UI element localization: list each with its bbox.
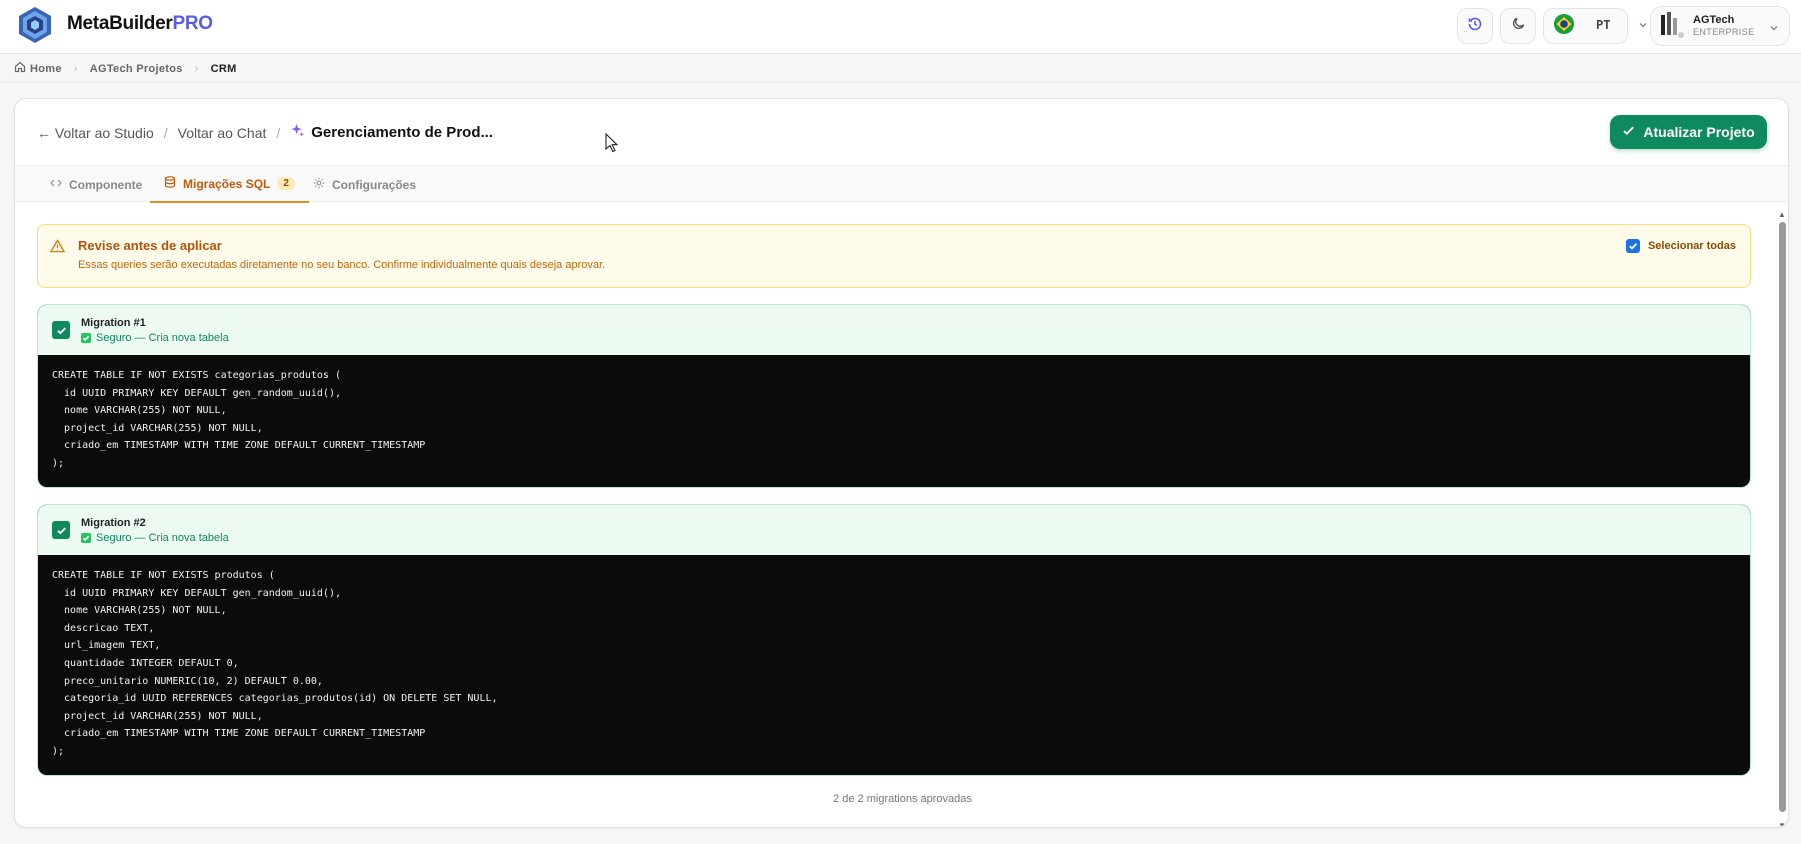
user-name: AGTech [1693,14,1735,26]
chevron-right-icon: › [194,62,199,75]
history-button[interactable] [1457,8,1493,44]
card-nav: ← Voltar ao Studio / Voltar ao Chat / Ge… [37,123,493,142]
breadcrumb-project[interactable]: AGTech Projetos [90,63,183,75]
moon-icon [1511,16,1526,36]
separator: / [276,124,281,141]
sparkles-icon [290,123,305,142]
tab-settings[interactable]: Configurações [299,166,430,203]
checkbox-checked-icon [1625,239,1640,253]
migration-title: Migration #1 [81,317,146,329]
migration-title: Migration #2 [81,517,146,529]
warning-title: Revise antes de aplicar [78,238,222,253]
history-icon [1467,16,1483,37]
chevron-down-icon [1638,17,1648,35]
chevron-right-icon: › [73,62,78,75]
brazil-flag-icon [1554,13,1574,39]
database-icon [164,176,176,191]
scroll-down-arrow[interactable]: ▼ [1778,821,1786,827]
sql-code-block[interactable]: CREATE TABLE IF NOT EXISTS produtos ( id… [38,555,1750,773]
back-to-studio-link[interactable]: ← Voltar ao Studio [37,125,154,141]
avatar [1659,9,1685,44]
migration-header: Migration #2 Seguro — Cria nova tabela [38,505,1750,555]
approved-count: 2 de 2 migrations aprovadas [833,793,972,805]
tab-bar: Componente Migrações SQL 2 Configurações [15,165,1788,203]
breadcrumb: Home › AGTech Projetos › CRM [14,61,237,76]
select-all-checkbox[interactable]: Selecionar todas [1625,239,1736,253]
chevron-down-icon [1769,20,1779,38]
sql-code-block[interactable]: CREATE TABLE IF NOT EXISTS categorias_pr… [38,355,1750,485]
divider [0,82,1801,83]
breadcrumb-current: CRM [210,62,237,75]
scrollbar[interactable]: ▲ ▼ [1777,210,1788,827]
safe-check-icon [81,533,91,543]
migration-status: Seguro — Cria nova tabela [81,332,229,344]
migration-checkbox[interactable] [52,321,70,339]
project-card: ← Voltar ao Studio / Voltar ao Chat / Ge… [14,98,1789,828]
home-icon [14,61,26,76]
update-project-button[interactable]: Atualizar Projeto [1610,115,1767,149]
breadcrumb-home[interactable]: Home [14,61,62,76]
migration-status: Seguro — Cria nova tabela [81,532,229,544]
theme-toggle-button[interactable] [1500,8,1536,44]
back-to-chat-link[interactable]: Voltar ao Chat [178,125,267,141]
user-menu[interactable]: AGTech ENTERPRISE [1650,6,1790,46]
mouse-cursor-icon [605,132,619,158]
page-title: Gerenciamento de Prod... [290,123,493,142]
scroll-up-arrow[interactable]: ▲ [1778,210,1786,219]
migration-card: Migration #2 Seguro — Cria nova tabela C… [37,504,1751,776]
check-icon [1622,124,1635,140]
warning-description: Essas queries serão executadas diretamen… [78,259,606,271]
language-code: PT [1596,18,1611,33]
migration-header: Migration #1 Seguro — Cria nova tabela [38,305,1750,355]
gear-icon [313,177,325,192]
user-plan: ENTERPRISE [1693,27,1755,37]
review-warning: Revise antes de aplicar Essas queries se… [37,224,1751,288]
migration-checkbox[interactable] [52,521,70,539]
language-selector[interactable]: PT [1543,8,1647,44]
brand-name: MetaBuilderPRO [67,13,213,34]
top-bar: MetaBuilderPRO PT AGTech ENTERPRISE [0,0,1801,54]
safe-check-icon [81,333,91,343]
separator: / [163,124,168,141]
warning-icon [49,239,66,258]
metabuilder-logo-icon[interactable] [18,6,52,44]
scrollbar-thumb[interactable] [1779,222,1786,812]
card-header: ← Voltar ao Studio / Voltar ao Chat / Ge… [15,99,1788,165]
tab-sql-migrations[interactable]: Migrações SQL 2 [150,166,309,203]
code-icon [50,177,62,192]
migrations-count-badge: 2 [277,177,295,190]
tab-component[interactable]: Componente [36,166,156,203]
migration-card: Migration #1 Seguro — Cria nova tabela C… [37,304,1751,488]
